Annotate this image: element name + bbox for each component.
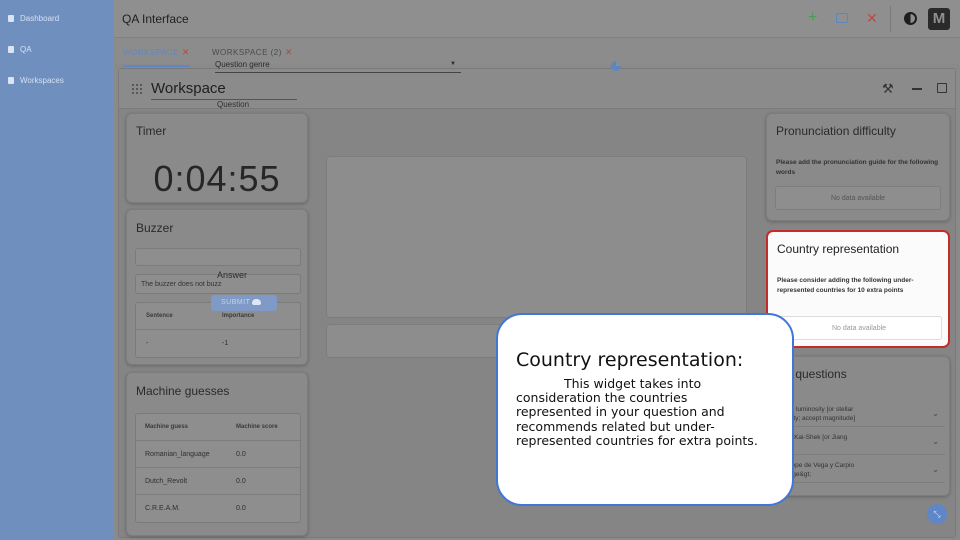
drag-handle-icon[interactable] (131, 83, 143, 95)
tooltip-body: This widget takes into consideration the… (516, 376, 758, 448)
pronunciation-card: Pronunciation difficulty Please add the … (766, 113, 950, 221)
table-row: Romanian_language 0.0 (136, 441, 300, 468)
copy-icon[interactable] (836, 13, 848, 23)
timer-title: Timer (136, 124, 167, 138)
table-cell: C.R.E.A.M. (145, 505, 181, 512)
close-tab-icon[interactable]: ✕ (182, 47, 190, 57)
chevron-down-icon: ▼ (450, 61, 456, 67)
sidebar: Dashboard QA Workspaces (0, 0, 114, 540)
country-title: Country representation (777, 242, 900, 256)
close-tab-icon[interactable]: ✕ (285, 47, 293, 57)
tooltip-bubble: Country representation: This widget take… (496, 313, 794, 506)
machine-guesses-card: Machine guesses Machine guess Machine sc… (126, 372, 308, 536)
sidebar-item-label: QA (20, 45, 32, 54)
grid-icon (8, 77, 14, 84)
document-icon (8, 46, 14, 53)
table-cell: 0.0 (236, 505, 246, 512)
table-cell: - (146, 340, 149, 347)
column-header: Importance (222, 313, 255, 319)
pronunciation-text: Please add the pronunciation guide for t… (776, 159, 939, 176)
timer-value: 0:04:55 (153, 158, 281, 199)
tab-label: WORKSPACE (123, 48, 179, 57)
country-nodata: No data available (776, 316, 942, 340)
maximize-icon[interactable] (937, 83, 947, 93)
table-cell: Romanian_language (145, 451, 210, 458)
similar-item[interactable]: iang Kai-Shek [or Jiangshi]⌄ (775, 429, 945, 455)
buzzer-input[interactable] (135, 248, 301, 266)
expand-icon[interactable]: ⤡ (927, 504, 947, 524)
logo-icon: M (928, 8, 950, 30)
table-cell: Dutch_Revolt (145, 478, 188, 485)
tooltip-title: Country representation: (516, 349, 744, 371)
chevron-down-icon[interactable]: ⌄ (932, 465, 939, 474)
machine-guesses-title: Machine guesses (136, 384, 230, 398)
machine-guesses-table: Machine guess Machine score Romanian_lan… (135, 413, 301, 523)
table-header-row: Machine guess Machine score (136, 414, 300, 441)
tab-label: WORKSPACE (2) (212, 48, 282, 57)
question-genre-select[interactable]: Question genre ▼ (215, 60, 461, 73)
toolbar-divider (890, 6, 891, 32)
plus-icon[interactable]: + (808, 10, 817, 26)
tab-workspace-2[interactable]: WORKSPACE (2) ✕ (212, 47, 293, 58)
country-representation-card: Country representation Please consider a… (766, 230, 950, 348)
table-row: Dutch_Revolt 0.0 (136, 468, 300, 495)
sidebar-item-label: Dashboard (20, 14, 60, 23)
table-row: C.R.E.A.M. 0.0 (136, 495, 300, 522)
buzzer-card: Buzzer The buzzer does not buzz Sentence… (126, 209, 308, 365)
sidebar-item-qa[interactable]: QA (8, 45, 32, 54)
chevron-down-icon[interactable]: ⌄ (932, 437, 939, 446)
similar-item[interactable]: tellar luminosity [or stellar inosity; ac… (775, 401, 945, 427)
table-cell: -1 (222, 340, 229, 347)
user-icon (8, 15, 14, 22)
tab-workspace[interactable]: WORKSPACE ✕ (123, 47, 190, 67)
sidebar-item-label: Workspaces (20, 76, 64, 85)
pronunciation-nodata: No data available (775, 186, 941, 210)
similar-item[interactable]: lix Lope de Vega y Carpio ;Droge&gt; ⌄ (775, 457, 945, 483)
column-header: Sentence (146, 313, 173, 319)
question-textarea[interactable] (326, 156, 747, 318)
table-row: - -1 (136, 330, 300, 357)
tools-icon[interactable]: ⚒ (882, 81, 894, 97)
close-icon[interactable]: ✕ (866, 10, 878, 26)
answer-label: Answer (217, 270, 248, 280)
pronunciation-title: Pronunciation difficulty (776, 124, 896, 138)
pie-chart-icon[interactable] (611, 61, 621, 71)
theme-toggle-icon[interactable] (904, 12, 917, 25)
sidebar-item-workspaces[interactable]: Workspaces (8, 76, 64, 85)
buzzer-title: Buzzer (136, 221, 174, 235)
sidebar-item-dashboard[interactable]: Dashboard (8, 14, 59, 23)
workspace-title[interactable]: Workspace (151, 80, 297, 100)
top-bar: QA Interface + ✕ M (114, 0, 960, 38)
table-cell: 0.0 (236, 451, 246, 458)
column-header: Machine score (236, 424, 278, 430)
app-title: QA Interface (122, 12, 189, 26)
chevron-down-icon[interactable]: ⌄ (932, 409, 939, 418)
question-genre-label: Question genre (215, 60, 270, 69)
timer-card: Timer 0:04:55 (126, 113, 308, 203)
submit-label: SUBMIT (221, 299, 251, 306)
country-text: Please consider adding the following und… (777, 277, 914, 294)
table-cell: 0.0 (236, 478, 246, 485)
cloud-upload-icon (252, 299, 262, 305)
question-label: Question (217, 100, 250, 109)
column-header: Machine guess (145, 424, 189, 430)
submit-button[interactable]: SUBMIT (211, 295, 277, 311)
minimize-icon[interactable] (912, 88, 922, 90)
